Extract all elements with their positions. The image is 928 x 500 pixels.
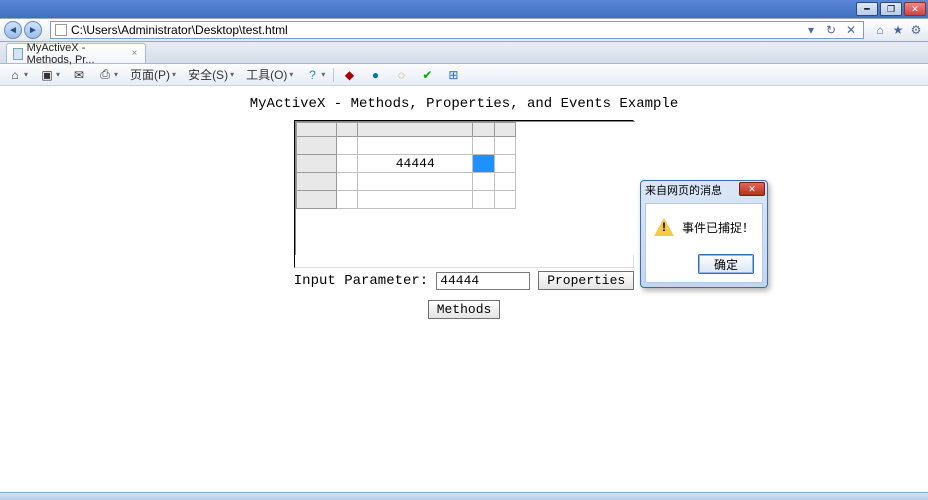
taskbar[interactable]: [0, 492, 928, 500]
alert-dialog-message: 事件已捕捉！: [682, 219, 754, 236]
alert-dialog-close-button[interactable]: ✕: [739, 182, 765, 196]
input-parameter-label: Input Parameter:: [294, 273, 428, 289]
cmd-print[interactable]: ⎙▾: [94, 68, 122, 82]
alert-dialog: 来自网页的消息 ✕ 事件已捕捉！ 确定: [640, 180, 768, 288]
table-row[interactable]: [297, 191, 516, 209]
page-content: MyActiveX - Methods, Properties, and Eve…: [0, 86, 928, 319]
help-icon: ?: [305, 68, 319, 82]
warning-icon: [654, 218, 674, 236]
favorites-icon[interactable]: ★: [890, 22, 906, 38]
stop-icon[interactable]: ✕: [843, 22, 859, 38]
properties-button[interactable]: Properties: [538, 271, 634, 290]
addon-icon: ●: [368, 68, 382, 82]
tab-favicon: [13, 48, 23, 60]
grid-header-row: [297, 123, 516, 137]
cmd-home[interactable]: ⌂▾: [4, 68, 32, 82]
home-small-icon: ⌂: [8, 68, 22, 82]
methods-button[interactable]: Methods: [428, 300, 501, 319]
table-row[interactable]: [297, 173, 516, 191]
nav-forward-button[interactable]: ►: [24, 21, 42, 39]
table-row[interactable]: 44444: [297, 155, 516, 173]
window-minimize-button[interactable]: ━: [856, 2, 878, 16]
activex-control[interactable]: 44444: [295, 121, 635, 255]
activex-control-frame: 44444: [294, 120, 634, 268]
cmd-mail[interactable]: ✉: [68, 68, 90, 82]
nav-back-button[interactable]: ◄: [4, 21, 22, 39]
addon-icon: ⊞: [446, 68, 460, 82]
browser-tabbar: MyActiveX - Methods, Pr... ×: [0, 42, 928, 64]
page-icon: [55, 24, 67, 36]
tab-title: MyActiveX - Methods, Pr...: [27, 42, 126, 66]
activex-grid[interactable]: 44444: [296, 122, 516, 209]
methods-row: Methods: [0, 300, 928, 319]
cmd-feeds[interactable]: ▣▾: [36, 68, 64, 82]
address-bar-text: C:\Users\Administrator\Desktop\test.html: [71, 23, 799, 37]
cmd-extra-4[interactable]: ✔: [416, 68, 438, 82]
addon-icon: ✔: [420, 68, 434, 82]
browser-command-bar: ⌂▾ ▣▾ ✉ ⎙▾ 页面(P)▾ 安全(S)▾ 工具(O)▾ ?▾ ◆ ● ◌…: [0, 64, 928, 86]
grid-cell-selected[interactable]: [473, 155, 494, 173]
grid-cell-value[interactable]: 44444: [358, 155, 473, 173]
window-close-button[interactable]: ✕: [904, 2, 926, 16]
addon-icon: ◆: [342, 68, 356, 82]
window-titlebar: ━ ❐ ✕: [0, 0, 928, 18]
rss-icon: ▣: [40, 68, 54, 82]
browser-tab[interactable]: MyActiveX - Methods, Pr... ×: [6, 43, 146, 63]
tools-gear-icon[interactable]: ⚙: [908, 22, 924, 38]
cmd-extra-2[interactable]: ●: [364, 68, 386, 82]
cmd-page-menu[interactable]: 页面(P)▾: [126, 66, 180, 83]
alert-dialog-ok-button[interactable]: 确定: [698, 254, 754, 274]
input-parameter-field[interactable]: [436, 272, 530, 290]
print-icon: ⎙: [98, 68, 112, 82]
refresh-icon[interactable]: ↻: [823, 22, 839, 38]
address-bar[interactable]: C:\Users\Administrator\Desktop\test.html…: [50, 21, 864, 39]
browser-navbar: ◄ ► C:\Users\Administrator\Desktop\test.…: [0, 18, 928, 42]
cmd-safety-menu[interactable]: 安全(S)▾: [184, 66, 238, 83]
address-dropdown-icon[interactable]: ▾: [803, 22, 819, 38]
tab-close-icon[interactable]: ×: [130, 48, 139, 60]
cmd-separator: [333, 68, 334, 82]
home-icon[interactable]: ⌂: [872, 22, 888, 38]
alert-dialog-titlebar[interactable]: 来自网页的消息 ✕: [641, 181, 767, 199]
cmd-extra-3[interactable]: ◌: [390, 68, 412, 82]
input-parameter-row: Input Parameter: Properties: [0, 271, 928, 290]
mail-icon: ✉: [72, 68, 86, 82]
cmd-extra-1[interactable]: ◆: [338, 68, 360, 82]
table-row[interactable]: [297, 137, 516, 155]
window-maximize-button[interactable]: ❐: [880, 2, 902, 16]
cmd-tools-menu[interactable]: 工具(O)▾: [242, 66, 297, 83]
alert-dialog-title: 来自网页的消息: [645, 182, 722, 198]
cmd-help[interactable]: ?▾: [301, 68, 329, 82]
cmd-extra-5[interactable]: ⊞: [442, 68, 464, 82]
page-title: MyActiveX - Methods, Properties, and Eve…: [0, 96, 928, 112]
addon-icon: ◌: [394, 68, 408, 82]
